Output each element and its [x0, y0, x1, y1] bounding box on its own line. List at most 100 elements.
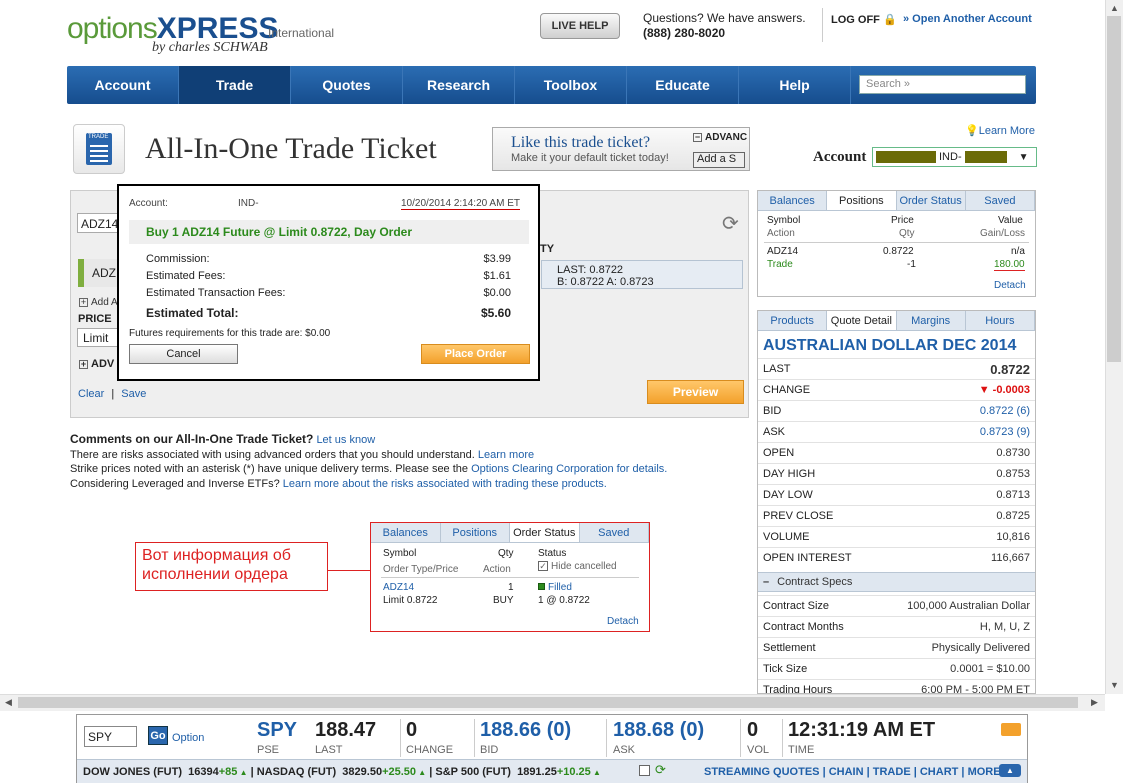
nav-toolbox[interactable]: Toolbox [515, 66, 627, 104]
trade-link[interactable]: TRADE [873, 766, 911, 778]
nav-trade[interactable]: Trade [179, 66, 291, 104]
col-gain-loss: Gain/Loss [980, 228, 1026, 239]
tab-saved[interactable]: Saved [966, 191, 1035, 210]
col-order-type: Order Type/Price [383, 564, 459, 575]
order-action: BUY [493, 595, 514, 606]
annotation-callout: Вот информация об исполнении ордера [135, 542, 328, 591]
scroll-right-icon[interactable]: ▶ [1091, 697, 1098, 708]
chat-bubble-icon[interactable] [1001, 723, 1021, 736]
tab-products[interactable]: Products [758, 311, 828, 330]
order-leg-row[interactable]: ADZ [78, 259, 122, 287]
clear-link[interactable]: Clear [78, 388, 104, 400]
tab-order-status[interactable]: Order Status [897, 191, 966, 210]
annotation-connector [328, 570, 370, 571]
chain-link[interactable]: CHAIN [829, 766, 864, 778]
divider [740, 719, 741, 757]
occ-link[interactable]: Options Clearing Corporation for details… [471, 463, 667, 475]
live-help-button[interactable]: LIVE HELP [540, 13, 620, 39]
quote-ask-label: ASK [613, 744, 636, 756]
tab-saved[interactable]: Saved [580, 523, 649, 542]
hide-cancelled-checkbox[interactable]: ✓ Hide cancelled [538, 561, 617, 572]
advanced-toggle[interactable]: + ADV [79, 358, 114, 370]
modal-row-commission: Commission: $3.99 [146, 253, 511, 265]
quote-symbol-input[interactable]: SPY [84, 726, 137, 747]
quote-bid-cell: 188.66 (0) BID [480, 719, 571, 756]
modal-account-value: IND- [238, 198, 259, 209]
refresh-icon[interactable]: ⟳ [655, 762, 666, 778]
search-input[interactable]: Search » [859, 75, 1026, 94]
spec-row-hours: Trading Hours 6:00 PM - 5:00 PM ET [758, 679, 1035, 693]
scroll-down-icon[interactable]: ▼ [1110, 680, 1119, 690]
go-button[interactable]: Go [148, 726, 168, 745]
let-us-know-link[interactable]: Let us know [316, 434, 375, 446]
logo-options-text: options [67, 12, 158, 45]
tab-balances[interactable]: Balances [371, 523, 441, 542]
contract-specs-toggle[interactable]: – Contract Specs [758, 572, 1035, 592]
horizontal-scroll-thumb[interactable] [18, 697, 1078, 708]
vertical-scroll-thumb[interactable] [1107, 16, 1121, 362]
scroll-left-icon[interactable]: ◀ [5, 697, 12, 708]
redacted-block [876, 151, 936, 163]
logoff-link[interactable]: LOG OFF 🔒 [831, 13, 897, 26]
nav-quotes[interactable]: Quotes [291, 66, 403, 104]
quote-vol-cell: 0 VOL [747, 719, 769, 756]
account-select[interactable]: IND- ▼ [872, 147, 1037, 167]
nav-help[interactable]: Help [739, 66, 851, 104]
quote-bid[interactable]: 188.66 (0) [480, 719, 571, 742]
refresh-icon[interactable]: ⟳ [722, 211, 739, 236]
col-action: Action [483, 564, 511, 575]
place-order-button[interactable]: Place Order [421, 344, 530, 364]
preview-button[interactable]: Preview [647, 380, 744, 404]
collapse-bar-icon[interactable]: ▲ [999, 764, 1021, 777]
learn-more-risk-link[interactable]: Learn more [478, 449, 534, 461]
promo-banner[interactable]: Like this trade ticket? Make it your def… [492, 127, 750, 171]
detach-link[interactable]: Detach [994, 280, 1026, 291]
quote-last-cell: 188.47 LAST [315, 719, 376, 756]
option-link[interactable]: Option [172, 732, 204, 744]
checkbox-icon: ✓ [538, 561, 548, 571]
tab-quote-detail[interactable]: Quote Detail [827, 311, 897, 330]
nav-research[interactable]: Research [403, 66, 515, 104]
position-trade-link[interactable]: Trade [767, 259, 793, 270]
order-confirm-modal: Account: IND- 10/20/2014 2:14:20 AM ET B… [117, 184, 540, 381]
quote-row-day-high: DAY HIGH 0.8753 [758, 463, 1035, 484]
quote-change-label: CHANGE [406, 744, 454, 756]
hide-cancelled-label: Hide cancelled [551, 561, 617, 572]
col-price: Price [891, 215, 914, 226]
tab-positions[interactable]: Positions [827, 191, 897, 210]
quote-ask[interactable]: 188.68 (0) [613, 719, 704, 742]
nav-account[interactable]: Account [67, 66, 179, 104]
promo-heading: Like this trade ticket? [511, 134, 651, 151]
up-arrow-icon: ▲ [416, 768, 427, 777]
tab-hours[interactable]: Hours [966, 311, 1035, 330]
collapse-icon: – [763, 576, 770, 588]
tab-margins[interactable]: Margins [897, 311, 966, 330]
detach-link[interactable]: Detach [607, 616, 639, 627]
etf-risk-link[interactable]: Learn more about the risks associated wi… [283, 478, 607, 490]
chart-link[interactable]: CHART [920, 766, 959, 778]
save-link[interactable]: Save [121, 388, 146, 400]
streaming-quote-bar: SPY Go Option SPY PSE 188.47 LAST 0 CHANGE … [76, 714, 1028, 783]
promo-add-button[interactable]: Add a S [693, 152, 745, 168]
add-leg-link[interactable]: + Add A [79, 297, 118, 308]
quote-row-last: LAST 0.8722 [758, 358, 1035, 379]
quote-last-label: LAST [315, 744, 343, 756]
scroll-up-icon[interactable]: ▲ [1110, 3, 1119, 13]
more-link[interactable]: MORE [968, 766, 1001, 778]
nav-educate[interactable]: Educate [627, 66, 739, 104]
order-symbol-link[interactable]: ADZ14 [383, 582, 414, 593]
col-qty: Qty [899, 228, 915, 239]
open-account-link[interactable]: » Open Another Account [903, 13, 1032, 25]
tab-positions[interactable]: Positions [441, 523, 510, 542]
col-symbol: Symbol [767, 215, 801, 226]
streaming-quotes-link[interactable]: STREAMING QUOTES [704, 766, 820, 778]
cancel-button[interactable]: Cancel [129, 344, 238, 364]
ticker-checkbox[interactable] [639, 765, 650, 776]
quote-row-change: CHANGE ▼ -0.0003 [758, 379, 1035, 400]
chevron-down-icon: ▼ [1018, 151, 1029, 163]
price-type-select[interactable]: Limit [77, 328, 122, 347]
learn-more-link[interactable]: 💡Learn More [965, 124, 1035, 137]
symbol-input[interactable]: ADZ14 [77, 213, 122, 233]
tab-balances[interactable]: Balances [758, 191, 828, 210]
tab-order-status[interactable]: Order Status [510, 523, 580, 542]
